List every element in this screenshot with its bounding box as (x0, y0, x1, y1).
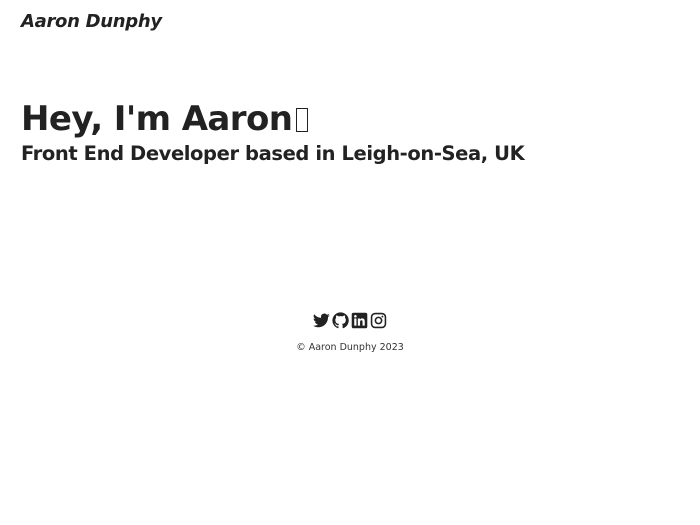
page: Aaron Dunphy Hey, I'm Aaron Front End De… (0, 0, 700, 525)
github-icon (332, 311, 349, 328)
footer: © Aaron Dunphy 2023 (0, 311, 700, 353)
hero-subtitle: Front End Developer based in Leigh-on-Se… (21, 142, 525, 165)
missing-emoji-glyph-icon (296, 108, 309, 132)
linkedin-link[interactable] (351, 311, 369, 329)
twitter-icon (313, 313, 330, 327)
social-links (0, 311, 700, 329)
hero-title: Hey, I'm Aaron (21, 98, 524, 140)
twitter-link[interactable] (313, 311, 331, 329)
copyright-text: © Aaron Dunphy 2023 (296, 342, 404, 353)
github-link[interactable] (332, 311, 350, 329)
linkedin-icon (351, 312, 368, 328)
hero-title-text: Hey, I'm Aaron (21, 99, 293, 139)
instagram-icon (370, 312, 387, 328)
hero: Hey, I'm Aaron Front End Developer based… (21, 98, 525, 168)
instagram-link[interactable] (370, 311, 388, 329)
site-brand-link[interactable]: Aaron Dunphy (21, 11, 162, 32)
